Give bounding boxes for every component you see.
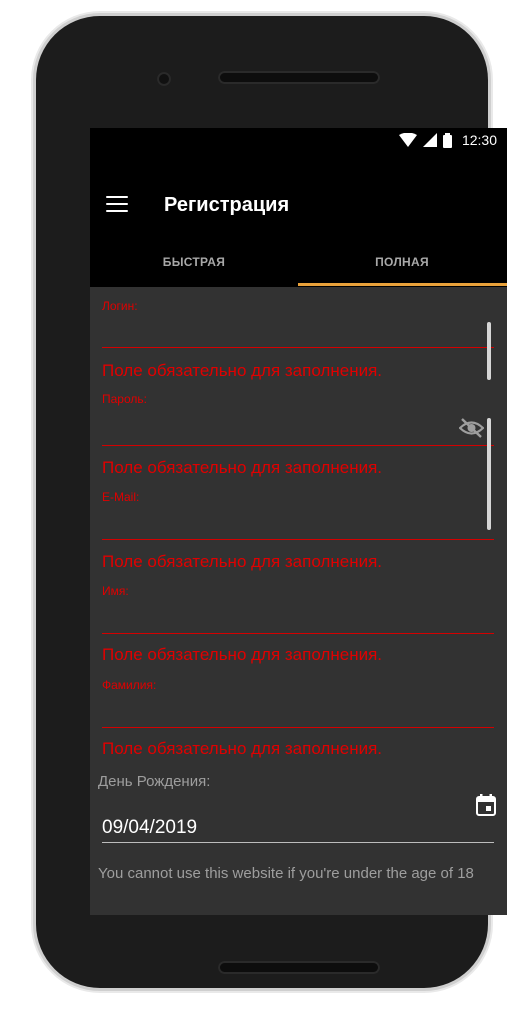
battery-icon bbox=[442, 132, 452, 148]
active-tab-indicator bbox=[298, 283, 507, 286]
power-button bbox=[487, 322, 491, 380]
first-name-error: Поле обязательно для заполнения. bbox=[102, 645, 383, 664]
email-label: E-Mail: bbox=[102, 490, 140, 504]
age-restriction-note: You cannot use this website if you're un… bbox=[98, 865, 474, 882]
login-label: Логин: bbox=[102, 299, 138, 313]
last-name-input[interactable] bbox=[102, 727, 494, 728]
status-time: 12:30 bbox=[461, 132, 497, 148]
status-bar: 12:30 bbox=[90, 128, 507, 154]
email-input[interactable] bbox=[102, 539, 494, 540]
login-input[interactable] bbox=[102, 347, 494, 348]
birthday-underline bbox=[102, 842, 494, 843]
menu-icon[interactable] bbox=[106, 196, 128, 214]
password-label: Пароль: bbox=[102, 392, 147, 406]
password-error: Поле обязательно для заполнения. bbox=[102, 458, 383, 477]
page-title: Регистрация bbox=[164, 194, 290, 216]
phone-frame: 12:30 Регистрация БЫСТРАЯ ПОЛНАЯ Логин: … bbox=[36, 16, 507, 988]
login-error: Поле обязательно для заполнения. bbox=[102, 361, 383, 380]
app-bar: Регистрация БЫСТРАЯ ПОЛНАЯ bbox=[90, 154, 507, 287]
volume-rocker bbox=[487, 418, 491, 530]
last-name-error: Поле обязательно для заполнения. bbox=[102, 739, 383, 758]
wifi-icon bbox=[398, 133, 417, 147]
front-camera bbox=[157, 72, 171, 86]
bottom-speaker bbox=[218, 961, 380, 974]
app-screen: 12:30 Регистрация БЫСТРАЯ ПОЛНАЯ Логин: … bbox=[90, 128, 507, 915]
email-error: Поле обязательно для заполнения. bbox=[102, 552, 383, 571]
first-name-input[interactable] bbox=[102, 633, 494, 634]
earpiece-speaker bbox=[218, 71, 380, 84]
calendar-icon[interactable] bbox=[476, 794, 496, 816]
tab-quick[interactable]: БЫСТРАЯ bbox=[90, 250, 298, 287]
last-name-label: Фамилия: bbox=[102, 678, 157, 692]
birthday-label: День Рождения: bbox=[98, 773, 211, 790]
cellular-signal-icon bbox=[422, 133, 437, 147]
first-name-label: Имя: bbox=[102, 584, 129, 598]
tab-full[interactable]: ПОЛНАЯ bbox=[298, 250, 506, 287]
password-input[interactable] bbox=[102, 445, 494, 446]
birthday-input[interactable]: 09/04/2019 bbox=[102, 817, 197, 839]
visibility-off-icon[interactable] bbox=[459, 417, 484, 439]
